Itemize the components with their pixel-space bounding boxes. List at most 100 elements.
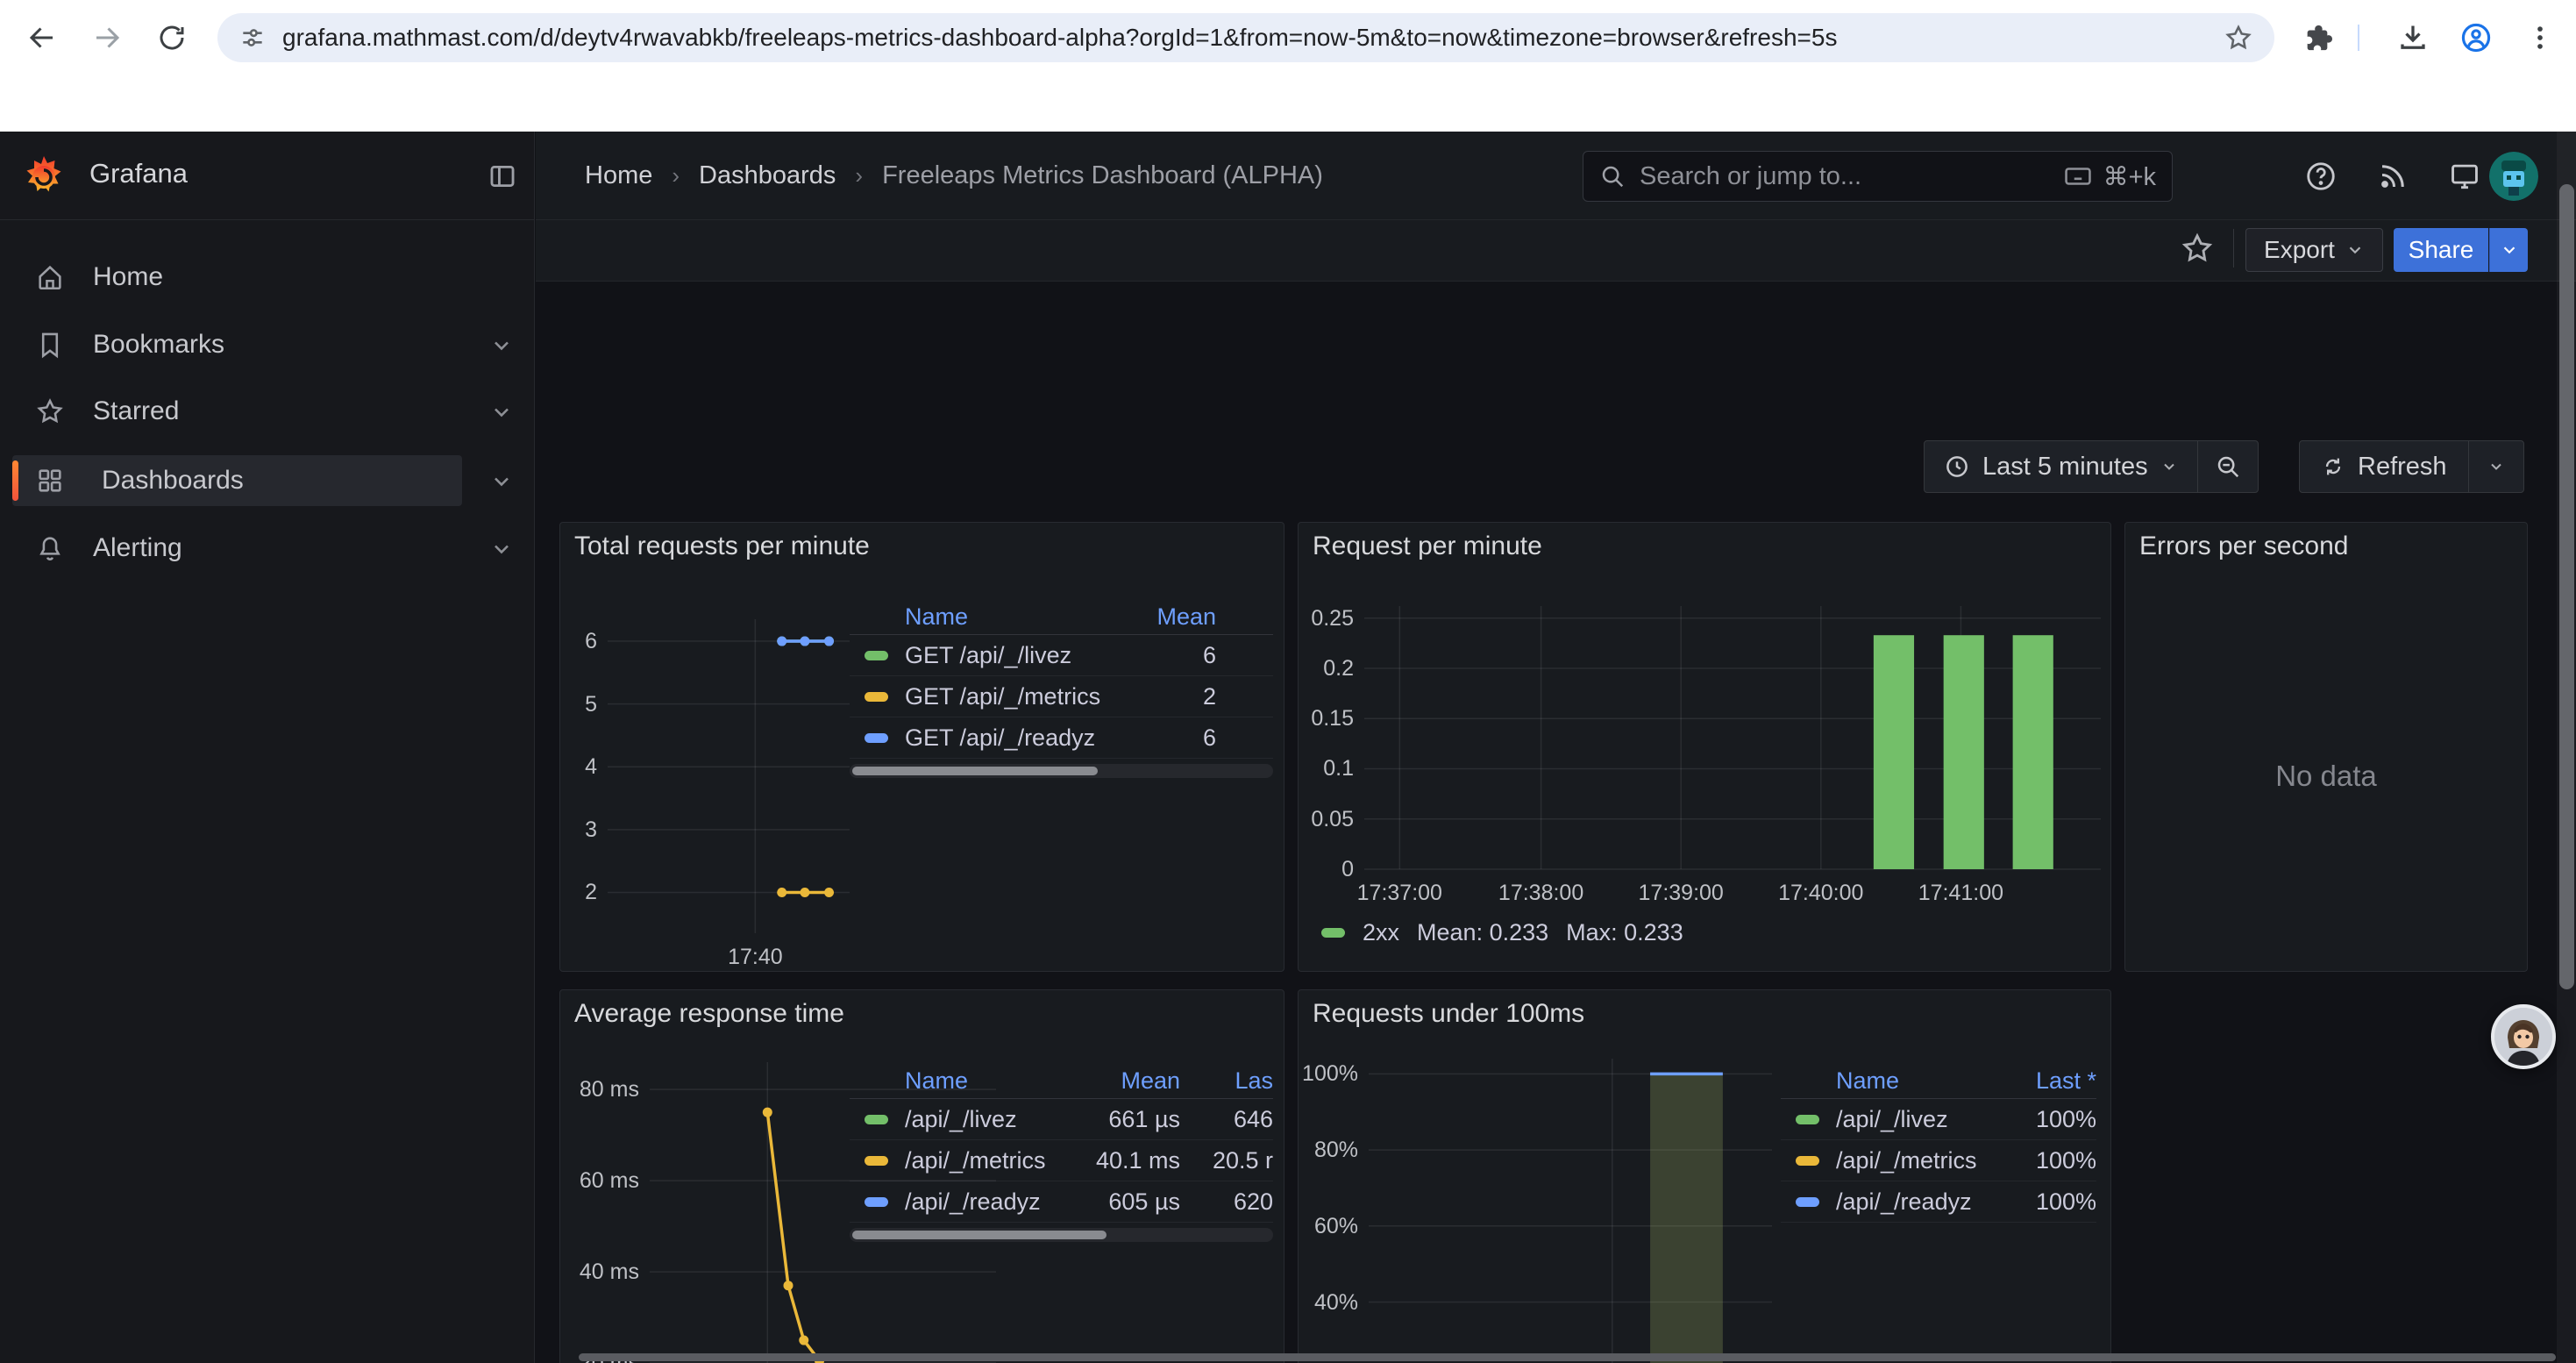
legend-series-name[interactable]: GET /api/_/livez bbox=[850, 642, 1111, 669]
legend-series-name[interactable]: GET /api/_/readyz bbox=[850, 724, 1111, 752]
breadcrumb-item[interactable]: Home bbox=[585, 161, 652, 190]
search-input[interactable]: Search or jump to... ⌘+k bbox=[1583, 151, 2173, 202]
horizontal-scrollbar-thumb[interactable] bbox=[579, 1353, 2556, 1361]
grid-icon bbox=[35, 466, 65, 496]
kiosk-monitor-icon[interactable] bbox=[2443, 154, 2487, 198]
browser-toolbar: grafana.mathmast.com/d/deytv4rwavabkb/fr… bbox=[0, 0, 2576, 75]
grafana-logo[interactable] bbox=[25, 154, 63, 196]
series-max: Max: 0.233 bbox=[1566, 919, 1683, 946]
panel-title[interactable]: Average response time bbox=[574, 999, 844, 1029]
panel-title[interactable]: Requests under 100ms bbox=[1313, 999, 1584, 1029]
series-label: /api/_/livez bbox=[1836, 1106, 1948, 1133]
timeseries-chart: 2345617:40 bbox=[569, 600, 853, 986]
y-axis-tick: 0.1 bbox=[1248, 755, 1354, 781]
dashboard-actions-row: Export Share bbox=[536, 220, 2576, 282]
sidebar: Grafana HomeBookmarksStarredDashboardsAl… bbox=[0, 132, 535, 1363]
series-color-pill bbox=[865, 1115, 888, 1124]
panel-errors-per-second: Errors per second No data bbox=[2124, 522, 2528, 972]
no-data-message: No data bbox=[2125, 760, 2527, 793]
favorite-star-icon[interactable] bbox=[2180, 231, 2215, 266]
url-text: grafana.mathmast.com/d/deytv4rwavabkb/fr… bbox=[282, 24, 2202, 52]
export-button[interactable]: Export bbox=[2245, 228, 2383, 272]
browser-forward-icon[interactable] bbox=[88, 18, 126, 57]
help-icon[interactable] bbox=[2299, 154, 2343, 198]
legend-col[interactable]: Last * bbox=[2000, 1067, 2096, 1095]
legend-series-name[interactable]: /api/_/readyz bbox=[1781, 1188, 2000, 1216]
time-range-picker[interactable]: Last 5 minutes bbox=[1925, 441, 2197, 492]
y-axis-tick: 4 bbox=[536, 753, 597, 780]
site-settings-icon[interactable] bbox=[238, 24, 267, 52]
breadcrumb-item[interactable]: Dashboards bbox=[699, 161, 836, 190]
legend-scrollbar[interactable] bbox=[850, 764, 1273, 778]
address-bar[interactable]: grafana.mathmast.com/d/deytv4rwavabkb/fr… bbox=[217, 13, 2274, 62]
toolbar-divider bbox=[2358, 25, 2359, 51]
dock-menu-icon[interactable] bbox=[487, 161, 517, 191]
sidebar-item-alerting[interactable]: Alerting bbox=[12, 523, 462, 574]
legend-value: 6 bbox=[1111, 642, 1216, 669]
chevron-down-icon[interactable] bbox=[489, 333, 514, 358]
share-button[interactable]: Share bbox=[2394, 228, 2488, 272]
legend-series-name[interactable]: GET /api/_/metrics bbox=[850, 683, 1111, 710]
legend-header: NameMean bbox=[850, 600, 1273, 635]
panel-title[interactable]: Request per minute bbox=[1313, 532, 1542, 561]
legend-row: /api/_/livez661 µs646 bbox=[850, 1099, 1273, 1140]
y-axis-tick: 2 bbox=[536, 879, 597, 905]
zoom-out-button[interactable] bbox=[2198, 441, 2258, 492]
x-axis-tick: 17:37:00 bbox=[1325, 880, 1474, 906]
clock-icon bbox=[1944, 453, 1970, 480]
browser-back-icon[interactable] bbox=[23, 18, 61, 57]
sidebar-item-bookmarks[interactable]: Bookmarks bbox=[12, 319, 462, 370]
keyboard-icon bbox=[2063, 161, 2093, 191]
legend-series-name[interactable]: /api/_/livez bbox=[850, 1106, 1066, 1133]
legend-header: NameLast * bbox=[1781, 1064, 2096, 1099]
profile-icon[interactable] bbox=[2457, 18, 2495, 57]
x-axis-tick: 17:40 bbox=[680, 944, 829, 970]
panel-avg-response-time: Average response time 0 s20 ms40 ms60 ms… bbox=[559, 989, 1284, 1363]
sidebar-item-home[interactable]: Home bbox=[12, 252, 462, 303]
panel-title[interactable]: Errors per second bbox=[2139, 532, 2348, 561]
legend-value: 100% bbox=[2000, 1147, 2096, 1174]
search-icon bbox=[1599, 163, 1626, 189]
chevron-down-icon bbox=[2345, 240, 2365, 260]
org-avatar[interactable] bbox=[2489, 152, 2538, 201]
legend-series-name[interactable]: /api/_/metrics bbox=[850, 1147, 1066, 1174]
share-dropdown-button[interactable] bbox=[2489, 228, 2528, 272]
extensions-icon[interactable] bbox=[2298, 18, 2337, 57]
legend-col[interactable]: Mean bbox=[1111, 603, 1216, 631]
bookmark-icon bbox=[35, 330, 65, 360]
home-icon bbox=[35, 262, 65, 292]
panel-title[interactable]: Total requests per minute bbox=[574, 532, 870, 561]
export-label: Export bbox=[2264, 236, 2335, 264]
sidebar-item-dashboards[interactable]: Dashboards bbox=[12, 455, 462, 506]
legend-scrollbar[interactable] bbox=[850, 1228, 1273, 1242]
series-name[interactable]: 2xx bbox=[1363, 919, 1399, 946]
chevron-down-icon[interactable] bbox=[489, 537, 514, 561]
series-label: /api/_/readyz bbox=[905, 1188, 1041, 1216]
chart-svg bbox=[1311, 584, 2102, 917]
bookmark-star-icon[interactable] bbox=[2224, 23, 2253, 53]
breadcrumb: Home›Dashboards›Freeleaps Metrics Dashbo… bbox=[585, 132, 1323, 219]
chevron-down-icon[interactable] bbox=[489, 469, 514, 494]
downloads-icon[interactable] bbox=[2394, 18, 2432, 57]
browser-reload-icon[interactable] bbox=[153, 18, 191, 57]
refresh-interval-button[interactable] bbox=[2469, 441, 2523, 492]
legend-series-name[interactable]: /api/_/readyz bbox=[850, 1188, 1066, 1216]
page-scrollbar-thumb[interactable] bbox=[2559, 184, 2574, 989]
bell-icon bbox=[35, 533, 65, 563]
browser-menu-icon[interactable] bbox=[2521, 18, 2559, 57]
y-axis-tick: 6 bbox=[536, 628, 597, 654]
legend-series-name[interactable]: /api/_/livez bbox=[1781, 1106, 2000, 1133]
refresh-button[interactable]: Refresh bbox=[2300, 441, 2468, 492]
assistant-avatar[interactable] bbox=[2491, 1004, 2556, 1069]
sidebar-item-starred[interactable]: Starred bbox=[12, 386, 462, 437]
x-axis-tick: 17:39:00 bbox=[1606, 880, 1755, 906]
legend-col-name: Name bbox=[850, 1067, 1066, 1095]
legend-series-name[interactable]: /api/_/metrics bbox=[1781, 1147, 2000, 1174]
series-label: /api/_/metrics bbox=[1836, 1147, 1977, 1174]
news-rss-icon[interactable] bbox=[2371, 154, 2415, 198]
legend-col-name: Name bbox=[1781, 1067, 2000, 1095]
chevron-down-icon[interactable] bbox=[489, 400, 514, 425]
legend-col[interactable]: Mean bbox=[1066, 1067, 1180, 1095]
grafana-header: Home›Dashboards›Freeleaps Metrics Dashbo… bbox=[536, 132, 2576, 220]
series-label: GET /api/_/metrics bbox=[905, 683, 1100, 710]
